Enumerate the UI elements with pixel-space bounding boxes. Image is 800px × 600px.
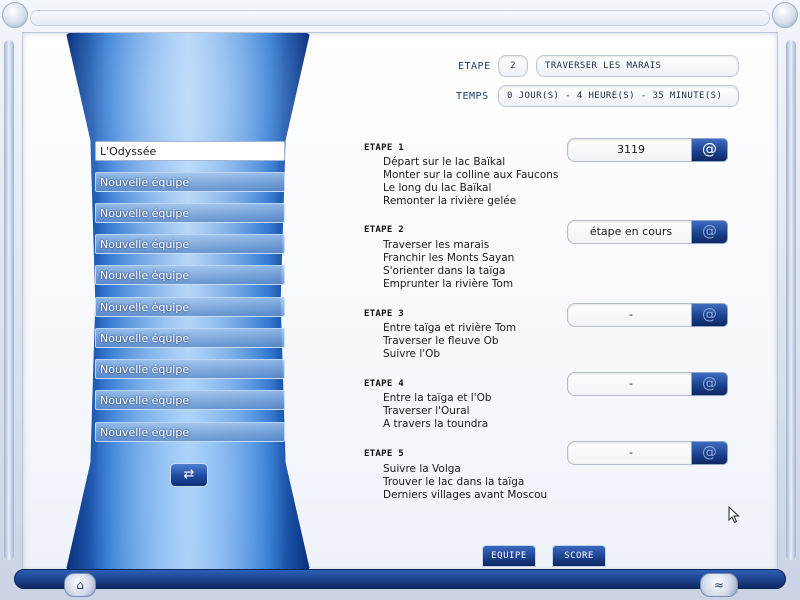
team-slot-7[interactable]: Nouvelle équipe bbox=[95, 328, 285, 348]
team-slot-3[interactable]: Nouvelle équipe bbox=[95, 203, 285, 223]
stage-2-at-button[interactable]: @ bbox=[691, 220, 728, 244]
stage-3-at-button[interactable]: @ bbox=[691, 303, 728, 327]
team-slot-4[interactable]: Nouvelle équipe bbox=[95, 234, 285, 254]
corner-knob-top-right bbox=[772, 2, 798, 28]
stage-name-field: TRAVERSER LES MARAIS bbox=[536, 55, 739, 77]
stage-4-line-3: A travers la toundra bbox=[383, 418, 489, 430]
stage-3-line-2: Traverser le fleuve Ob bbox=[383, 335, 499, 347]
stage-1-line-4: Remonter la rivière gelée bbox=[383, 195, 517, 207]
stage-label: ETAPE bbox=[458, 61, 491, 72]
time-label: TEMPS bbox=[456, 91, 489, 102]
stage-3-line-1: Entre taïga et rivière Tom bbox=[383, 322, 517, 334]
stage-2-result: étape en cours bbox=[567, 220, 695, 244]
stage-1-result: 3119 bbox=[567, 138, 695, 162]
stage-2-title: ETAPE 2 bbox=[364, 225, 405, 235]
swap-team-button[interactable]: ⇄ bbox=[170, 463, 208, 487]
stage-1-line-2: Monter sur la colline aux Faucons bbox=[383, 169, 559, 181]
team-slot-6[interactable]: Nouvelle équipe bbox=[95, 297, 285, 317]
home-icon: ⌂ bbox=[76, 578, 84, 592]
stage-4-at-button[interactable]: @ bbox=[691, 372, 728, 396]
stage-1-at-button[interactable]: @ bbox=[691, 138, 728, 162]
corner-knob-top-left bbox=[2, 2, 28, 28]
score-tab-button[interactable]: SCORE bbox=[552, 545, 606, 567]
stage-3-title: ETAPE 3 bbox=[364, 309, 405, 319]
mouse-cursor-icon bbox=[728, 506, 740, 524]
stage-4-line-1: Entre la taïga et l'Ob bbox=[383, 392, 492, 404]
stage-number-field: 2 bbox=[498, 55, 528, 77]
stage-1-line-1: Départ sur le lac Baïkal bbox=[383, 156, 506, 168]
swap-icon: ⇄ bbox=[183, 467, 195, 482]
stage-5-at-button[interactable]: @ bbox=[691, 441, 728, 465]
snail-button[interactable]: ≈ bbox=[700, 573, 738, 597]
stage-3-result: - bbox=[567, 303, 695, 327]
stage-4-title: ETAPE 4 bbox=[364, 379, 405, 389]
top-chrome-bar bbox=[30, 10, 770, 26]
stage-5-title: ETAPE 5 bbox=[364, 449, 405, 459]
stage-2-line-3: S'orienter dans la taïga bbox=[383, 265, 506, 277]
team-slot-10[interactable]: Nouvelle équipe bbox=[95, 422, 285, 442]
team-slot-2[interactable]: Nouvelle équipe bbox=[95, 172, 285, 192]
stage-2-line-2: Franchir les Monts Sayan bbox=[383, 252, 515, 264]
home-button[interactable]: ⌂ bbox=[64, 573, 96, 597]
stage-2-line-1: Traverser les marais bbox=[383, 239, 490, 251]
stage-5-line-1: Suivre la Volga bbox=[383, 463, 461, 475]
stage-4-line-2: Traverser l'Oural bbox=[383, 405, 470, 417]
left-rail bbox=[4, 40, 14, 560]
team-slot-5[interactable]: Nouvelle équipe bbox=[95, 265, 285, 285]
stage-5-line-2: Trouver le lac dans la taïga bbox=[383, 476, 525, 488]
team-slot-8[interactable]: Nouvelle équipe bbox=[95, 359, 285, 379]
stage-1-line-3: Le long du lac Baïkal bbox=[383, 182, 492, 194]
bottom-bar bbox=[14, 569, 786, 589]
stage-5-result: - bbox=[567, 441, 695, 465]
team-slot-1[interactable]: L'Odyssée bbox=[95, 141, 285, 161]
stage-1-title: ETAPE 1 bbox=[364, 143, 405, 153]
app-window: L'Odyssée Nouvelle équipe Nouvelle équip… bbox=[0, 0, 800, 600]
team-slot-9[interactable]: Nouvelle équipe bbox=[95, 390, 285, 410]
stage-3-line-3: Suivre l'Ob bbox=[383, 348, 441, 360]
right-rail bbox=[786, 40, 796, 560]
team-tab-button[interactable]: EQUIPE bbox=[482, 545, 536, 567]
stage-2-line-4: Emprunter la rivière Tom bbox=[383, 278, 514, 290]
snail-icon: ≈ bbox=[713, 578, 725, 592]
time-field: 0 JOUR(S) - 4 HEURE(S) - 35 MINUTE(S) bbox=[498, 85, 739, 107]
stage-5-line-3: Derniers villages avant Moscou bbox=[383, 489, 548, 501]
stage-4-result: - bbox=[567, 372, 695, 396]
